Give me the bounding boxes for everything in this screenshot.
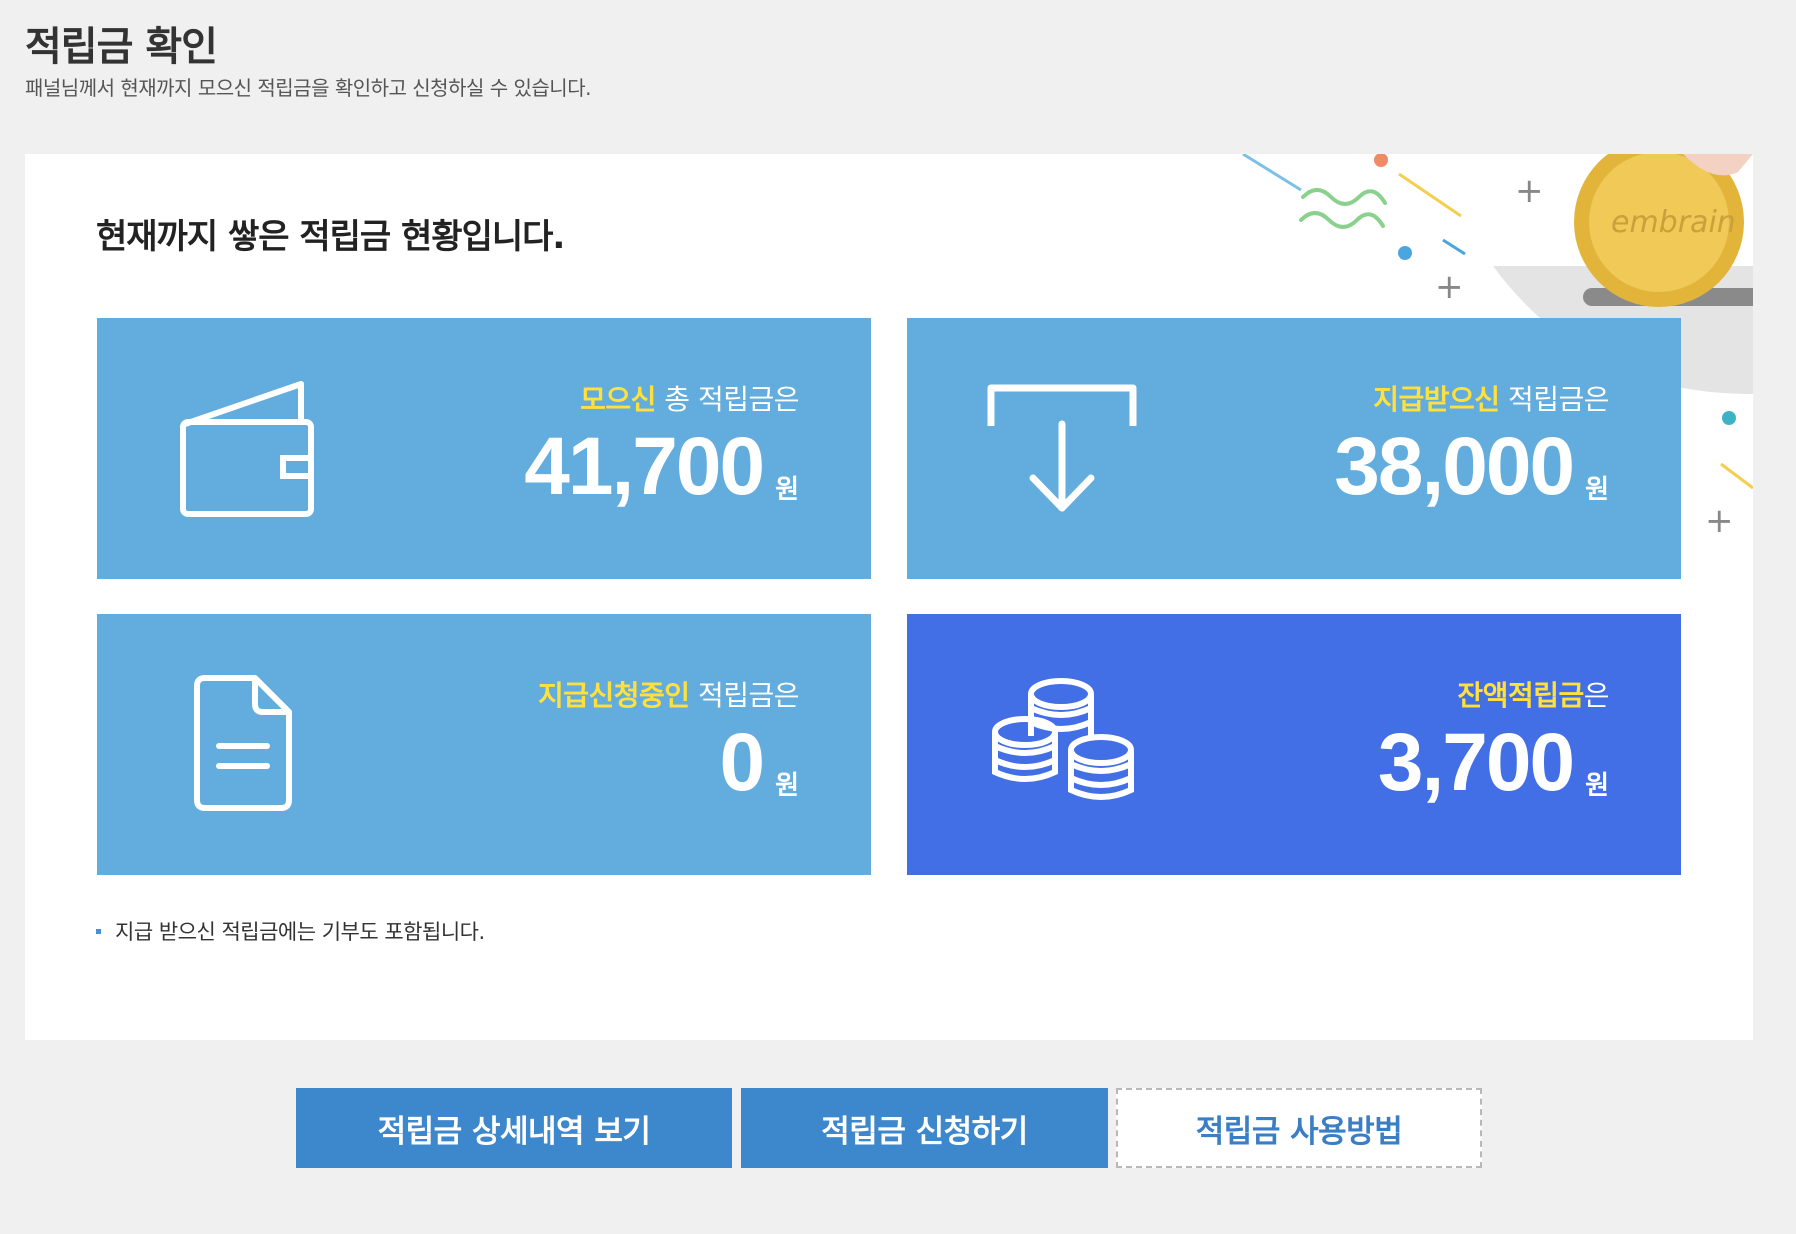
page-title: 적립금 확인 xyxy=(25,24,218,70)
card-label: 잔액적립금은 xyxy=(1457,679,1609,712)
apply-points-button[interactable]: 적립금 신청하기 xyxy=(741,1088,1108,1168)
amount-value: 41,700 xyxy=(524,421,765,512)
card-amount-row: 38,000 원 xyxy=(1334,426,1609,508)
card-total-collected: 모으신 총 적립금은 41,700 원 xyxy=(97,318,871,579)
points-summary-panel: + + embrain + 현재까지 쌓은 적립금 현황입니다. 모으신 총 적… xyxy=(25,154,1753,1040)
page-subtitle: 패널님께서 현재까지 모으신 적립금을 확인하고 신청하실 수 있습니다. xyxy=(25,76,591,100)
card-amount-row: 41,700 원 xyxy=(524,426,799,508)
amount-unit: 원 xyxy=(1585,475,1609,505)
card-balance: 잔액적립금은 3,700 원 xyxy=(907,614,1681,875)
card-label: 지급신청중인 적립금은 xyxy=(537,679,800,712)
panel-heading: 현재까지 쌓은 적립금 현황입니다. xyxy=(96,217,565,257)
card-paid-out: 지급받으신 적립금은 38,000 원 xyxy=(907,318,1681,579)
bullet-icon xyxy=(96,928,101,934)
wallet-icon xyxy=(180,381,314,517)
how-to-use-button[interactable]: 적립금 사용방법 xyxy=(1116,1088,1482,1168)
amount-unit: 원 xyxy=(1585,771,1609,801)
download-tray-icon xyxy=(987,384,1137,512)
card-label: 지급받으신 적립금은 xyxy=(1373,383,1609,416)
card-pending-request: 지급신청중인 적립금은 0 원 xyxy=(97,614,871,875)
view-details-button[interactable]: 적립금 상세내역 보기 xyxy=(296,1088,732,1168)
amount-unit: 원 xyxy=(775,771,799,801)
card-amount-row: 0 원 xyxy=(719,722,799,804)
donation-note: 지급 받으신 적립금에는 기부도 포함됩니다. xyxy=(96,916,485,946)
svg-text:+: + xyxy=(1435,267,1464,307)
note-text: 지급 받으신 적립금에는 기부도 포함됩니다. xyxy=(115,920,485,944)
card-label: 모으신 총 적립금은 xyxy=(580,383,799,416)
amount-value: 3,700 xyxy=(1377,717,1575,808)
svg-text:+: + xyxy=(1515,171,1544,211)
document-icon xyxy=(194,675,292,811)
coins-stack-icon xyxy=(992,678,1134,800)
svg-text:+: + xyxy=(1705,501,1734,534)
amount-value: 0 xyxy=(719,717,765,808)
brand-logo-text: embrain xyxy=(1611,205,1736,240)
card-amount-row: 3,700 원 xyxy=(1378,722,1609,804)
amount-value: 38,000 xyxy=(1334,421,1575,512)
amount-unit: 원 xyxy=(775,475,799,505)
